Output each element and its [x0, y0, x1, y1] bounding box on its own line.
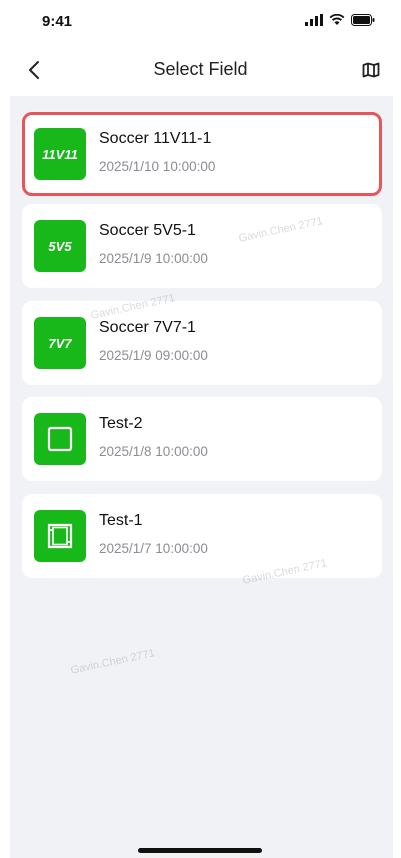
- field-date: 2025/1/9 10:00:00: [99, 251, 208, 266]
- square-field-icon: [34, 413, 86, 465]
- status-bar: 9:41: [0, 0, 401, 44]
- nav-bar: Select Field: [0, 44, 401, 96]
- field-title: Soccer 5V5-1: [99, 222, 196, 239]
- field-list: 11V11 Soccer 11V11-1 2025/1/10 10:00:00 …: [10, 96, 393, 858]
- field-title: Test-1: [99, 512, 143, 529]
- field-date: 2025/1/9 09:00:00: [99, 348, 208, 363]
- field-date: 2025/1/8 10:00:00: [99, 444, 208, 459]
- field-card-soccer-5v5[interactable]: 5V5 Soccer 5V5-1 2025/1/9 10:00:00: [22, 204, 382, 288]
- map-button[interactable]: [359, 58, 383, 82]
- field-title: Test-2: [99, 415, 143, 432]
- field-card-soccer-11v11[interactable]: 11V11 Soccer 11V11-1 2025/1/10 10:00:00: [22, 112, 382, 196]
- custom-field-icon: [34, 510, 86, 562]
- field-date: 2025/1/10 10:00:00: [99, 159, 216, 174]
- field-title: Soccer 7V7-1: [99, 319, 196, 336]
- field-card-test-2[interactable]: Test-2 2025/1/8 10:00:00: [22, 397, 382, 481]
- home-indicator: [138, 848, 262, 853]
- page-title: Select Field: [153, 59, 248, 79]
- signal-icon: [305, 14, 323, 26]
- field-type-icon: 7V7: [34, 317, 86, 369]
- status-icons: [305, 14, 375, 26]
- map-icon: [362, 62, 380, 78]
- battery-icon: [351, 14, 375, 26]
- wifi-icon: [329, 14, 345, 25]
- field-card-test-1[interactable]: Test-1 2025/1/7 10:00:00: [22, 494, 382, 578]
- field-date: 2025/1/7 10:00:00: [99, 541, 208, 556]
- field-card-soccer-7v7[interactable]: 7V7 Soccer 7V7-1 2025/1/9 09:00:00: [22, 301, 382, 385]
- field-title: Soccer 11V11-1: [99, 130, 212, 147]
- status-time: 9:41: [42, 13, 73, 30]
- field-type-icon: 5V5: [34, 220, 86, 272]
- field-type-icon: 11V11: [34, 128, 86, 180]
- watermark: Gavin.Chen 2771: [69, 647, 156, 677]
